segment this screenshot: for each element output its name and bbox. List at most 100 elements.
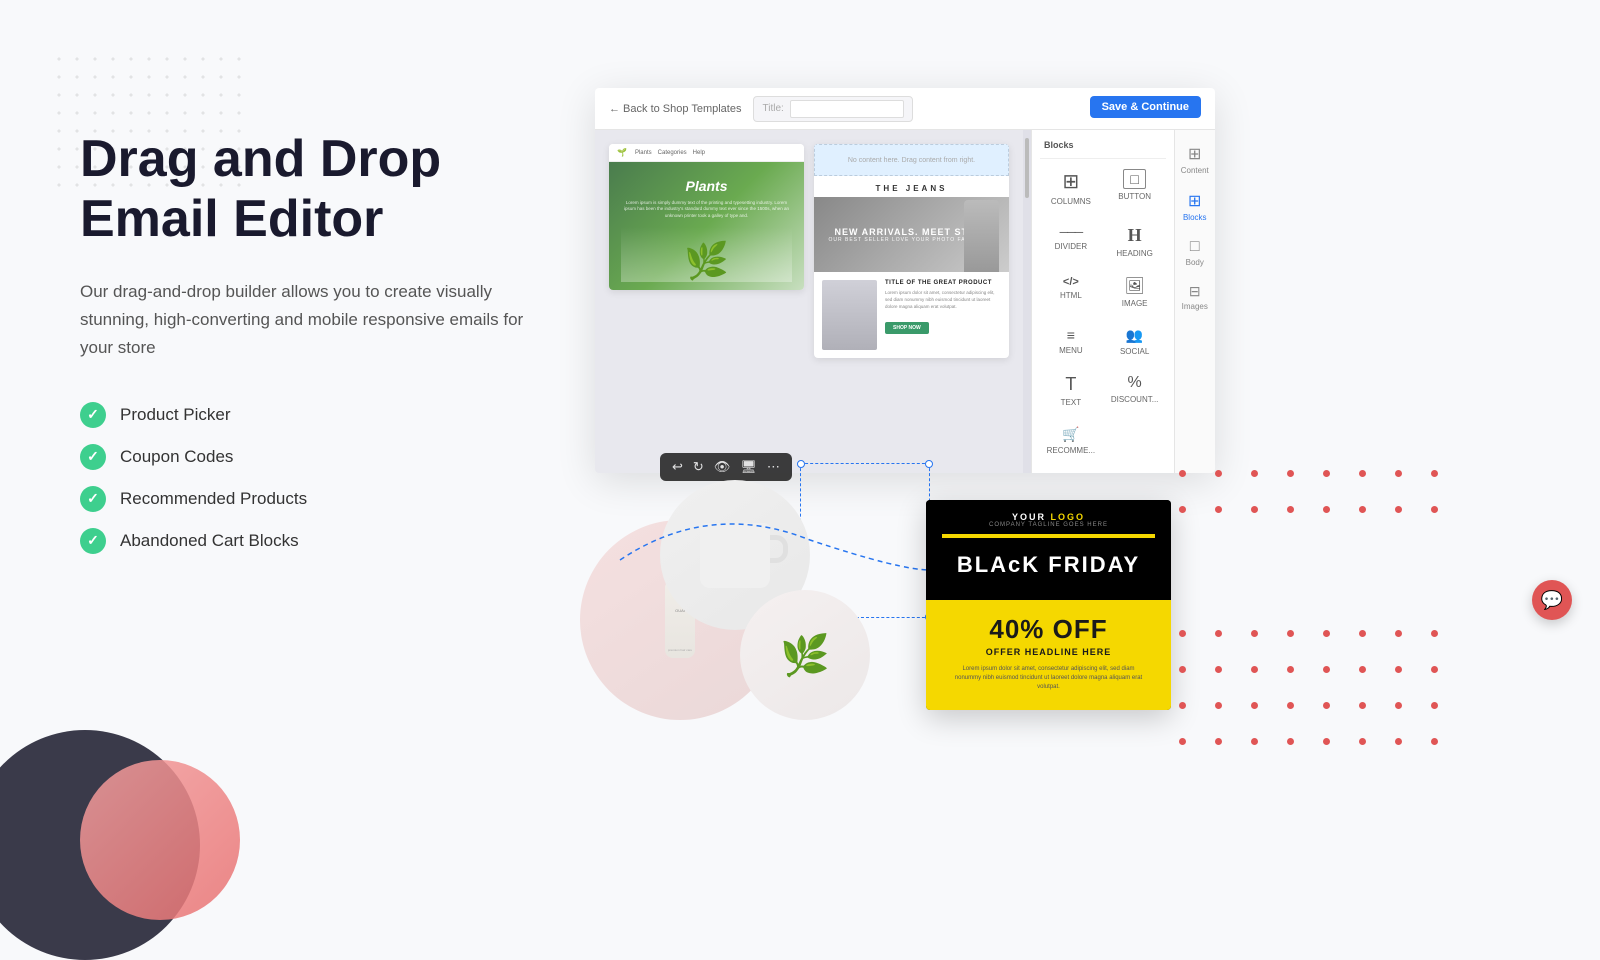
- dot: [1287, 702, 1294, 709]
- mug-illustration: [700, 523, 770, 588]
- dot: [1251, 702, 1258, 709]
- plants-description: Lorem ipsum is simply dummy text of the …: [621, 200, 792, 219]
- title-input-field[interactable]: Title:: [753, 96, 913, 122]
- dot: [1395, 666, 1402, 673]
- images-tab-icon: ⊟: [1189, 283, 1201, 300]
- blocks-tab[interactable]: ⊞ Blocks: [1175, 185, 1216, 228]
- divider-block[interactable]: ─── DIVIDER: [1040, 219, 1102, 268]
- plants-title: Plants: [621, 178, 792, 194]
- jeans-product-details: TITLE OF THE GREAT PRODUCT Lorem ipsum d…: [885, 280, 1001, 334]
- image-icon: 🖼: [1124, 276, 1144, 296]
- jeans-product-title: TITLE OF THE GREAT PRODUCT: [885, 280, 1001, 286]
- black-friday-email-template: YOUR LOGO COMPANY TAGLINE GOES HERE BLAc…: [926, 500, 1171, 710]
- check-icon: [80, 486, 106, 512]
- editor-scrollbar[interactable]: [1023, 130, 1031, 473]
- dot: [1431, 702, 1438, 709]
- dots-right-top: [1164, 455, 1452, 527]
- bf-offer-section: 40% OFF OFFER HEADLINE HERE Lorem ipsum …: [926, 600, 1171, 710]
- feature-item: Product Picker: [80, 402, 640, 428]
- check-icon: [80, 444, 106, 470]
- dot: [1179, 666, 1186, 673]
- jeans-product-image: [822, 280, 877, 350]
- editor-canvas: 🌱 Plants Categories Help Plants Lorem ip…: [595, 130, 1023, 473]
- jeans-empty-drop-area: No content here. Drag content from right…: [814, 144, 1009, 176]
- plants-nav: 🌱 Plants Categories Help: [609, 144, 804, 162]
- jeans-product-section: TITLE OF THE GREAT PRODUCT Lorem ipsum d…: [814, 272, 1009, 358]
- dot: [1323, 702, 1330, 709]
- main-heading: Drag and Drop Email Editor: [80, 130, 640, 250]
- blocks-tab-icon: ⊞: [1188, 191, 1201, 211]
- button-block[interactable]: □ BUTTON: [1104, 163, 1166, 216]
- plants-logo-icon: 🌱: [617, 148, 627, 157]
- editor-body: 🌱 Plants Categories Help Plants Lorem ip…: [595, 130, 1215, 473]
- chat-widget-button[interactable]: 💬: [1532, 580, 1572, 620]
- deco-circle-pink: [80, 760, 240, 920]
- dot: [1359, 506, 1366, 513]
- jeans-cta-button[interactable]: SHOP NOW: [885, 322, 929, 334]
- email-editor-mockup: ← Back to Shop Templates Title: Save & C…: [595, 88, 1215, 473]
- divider-icon: ───: [1060, 225, 1083, 239]
- plant-illustration: 🌿: [684, 240, 729, 282]
- check-icon: [80, 402, 106, 428]
- button-icon: □: [1123, 169, 1145, 189]
- plants-email-template: 🌱 Plants Categories Help Plants Lorem ip…: [609, 144, 804, 290]
- bf-discount-text: 40% OFF: [942, 614, 1155, 645]
- bf-yellow-bar: [942, 534, 1155, 538]
- blocks-panel: Blocks ⊞ COLUMNS □ BUTTON ─── DIVIDER H …: [1031, 130, 1174, 473]
- back-to-templates-link[interactable]: ← Back to Shop Templates: [609, 103, 741, 115]
- bf-email-header: YOUR LOGO COMPANY TAGLINE GOES HERE BLAc…: [926, 500, 1171, 600]
- dot: [1395, 630, 1402, 637]
- dot: [1359, 702, 1366, 709]
- plants-image: 🌿: [621, 227, 792, 282]
- dot: [1251, 506, 1258, 513]
- html-block[interactable]: </> HTML: [1040, 270, 1102, 318]
- dot: [1179, 630, 1186, 637]
- dot: [1215, 666, 1222, 673]
- menu-block[interactable]: ≡ MENU: [1040, 321, 1102, 366]
- save-continue-button[interactable]: Save & Continue: [1090, 96, 1201, 118]
- menu-icon: ≡: [1067, 327, 1075, 343]
- scrollbar-thumb[interactable]: [1025, 138, 1029, 198]
- dot: [1287, 470, 1294, 477]
- bf-black-friday-title: BLAcK FRIDAY: [942, 544, 1155, 592]
- body-tab[interactable]: □ Body: [1175, 232, 1216, 273]
- dot: [1251, 738, 1258, 745]
- discount-block[interactable]: % DISCOUNT...: [1104, 368, 1166, 417]
- person-silhouette: [964, 200, 999, 272]
- bottle-bottom-label: premium hair care: [668, 648, 692, 652]
- dot: [1431, 666, 1438, 673]
- jeans-hero-image: NEW ARRIVALS. MEET STYLE OUR BEST SELLER…: [814, 197, 1009, 272]
- dot: [1251, 666, 1258, 673]
- dots-right-bottom: [1164, 615, 1452, 759]
- dot: [1287, 738, 1294, 745]
- dot: [1359, 630, 1366, 637]
- columns-block[interactable]: ⊞ COLUMNS: [1040, 163, 1102, 216]
- dot: [1431, 630, 1438, 637]
- outer-right-tabs: ⊞ Content ⊞ Blocks □ Body ⊟ Images: [1174, 130, 1216, 473]
- heading-block[interactable]: H HEADING: [1104, 219, 1166, 268]
- feature-label: Product Picker: [120, 405, 231, 425]
- dot: [1323, 738, 1330, 745]
- content-tab[interactable]: ⊞ Content: [1175, 138, 1216, 181]
- blocks-panel-title: Blocks: [1040, 138, 1166, 159]
- dot: [1215, 506, 1222, 513]
- text-block[interactable]: T TEXT: [1040, 368, 1102, 417]
- dot: [1395, 470, 1402, 477]
- recommend-block[interactable]: 🛒 RECOMME...: [1040, 420, 1102, 465]
- plant-leaf-icon: 🌿: [780, 632, 830, 679]
- dot: [1431, 738, 1438, 745]
- dot: [1431, 470, 1438, 477]
- plants-hero-section: Plants Lorem ipsum is simply dummy text …: [609, 162, 804, 290]
- plants-nav-links: Plants Categories Help: [635, 150, 705, 156]
- dot: [1323, 666, 1330, 673]
- title-input[interactable]: [790, 100, 905, 118]
- floating-products-area: OUAI premium hair care 🌿: [530, 470, 980, 760]
- dot: [1287, 630, 1294, 637]
- dot: [1251, 630, 1258, 637]
- text-icon: T: [1065, 374, 1076, 395]
- image-block[interactable]: 🖼 IMAGE: [1104, 270, 1166, 318]
- images-tab[interactable]: ⊟ Images: [1175, 277, 1216, 317]
- html-icon: </>: [1063, 276, 1079, 288]
- social-block[interactable]: 👥 SOCIAL: [1104, 321, 1166, 366]
- recommend-icon: 🛒: [1062, 426, 1079, 443]
